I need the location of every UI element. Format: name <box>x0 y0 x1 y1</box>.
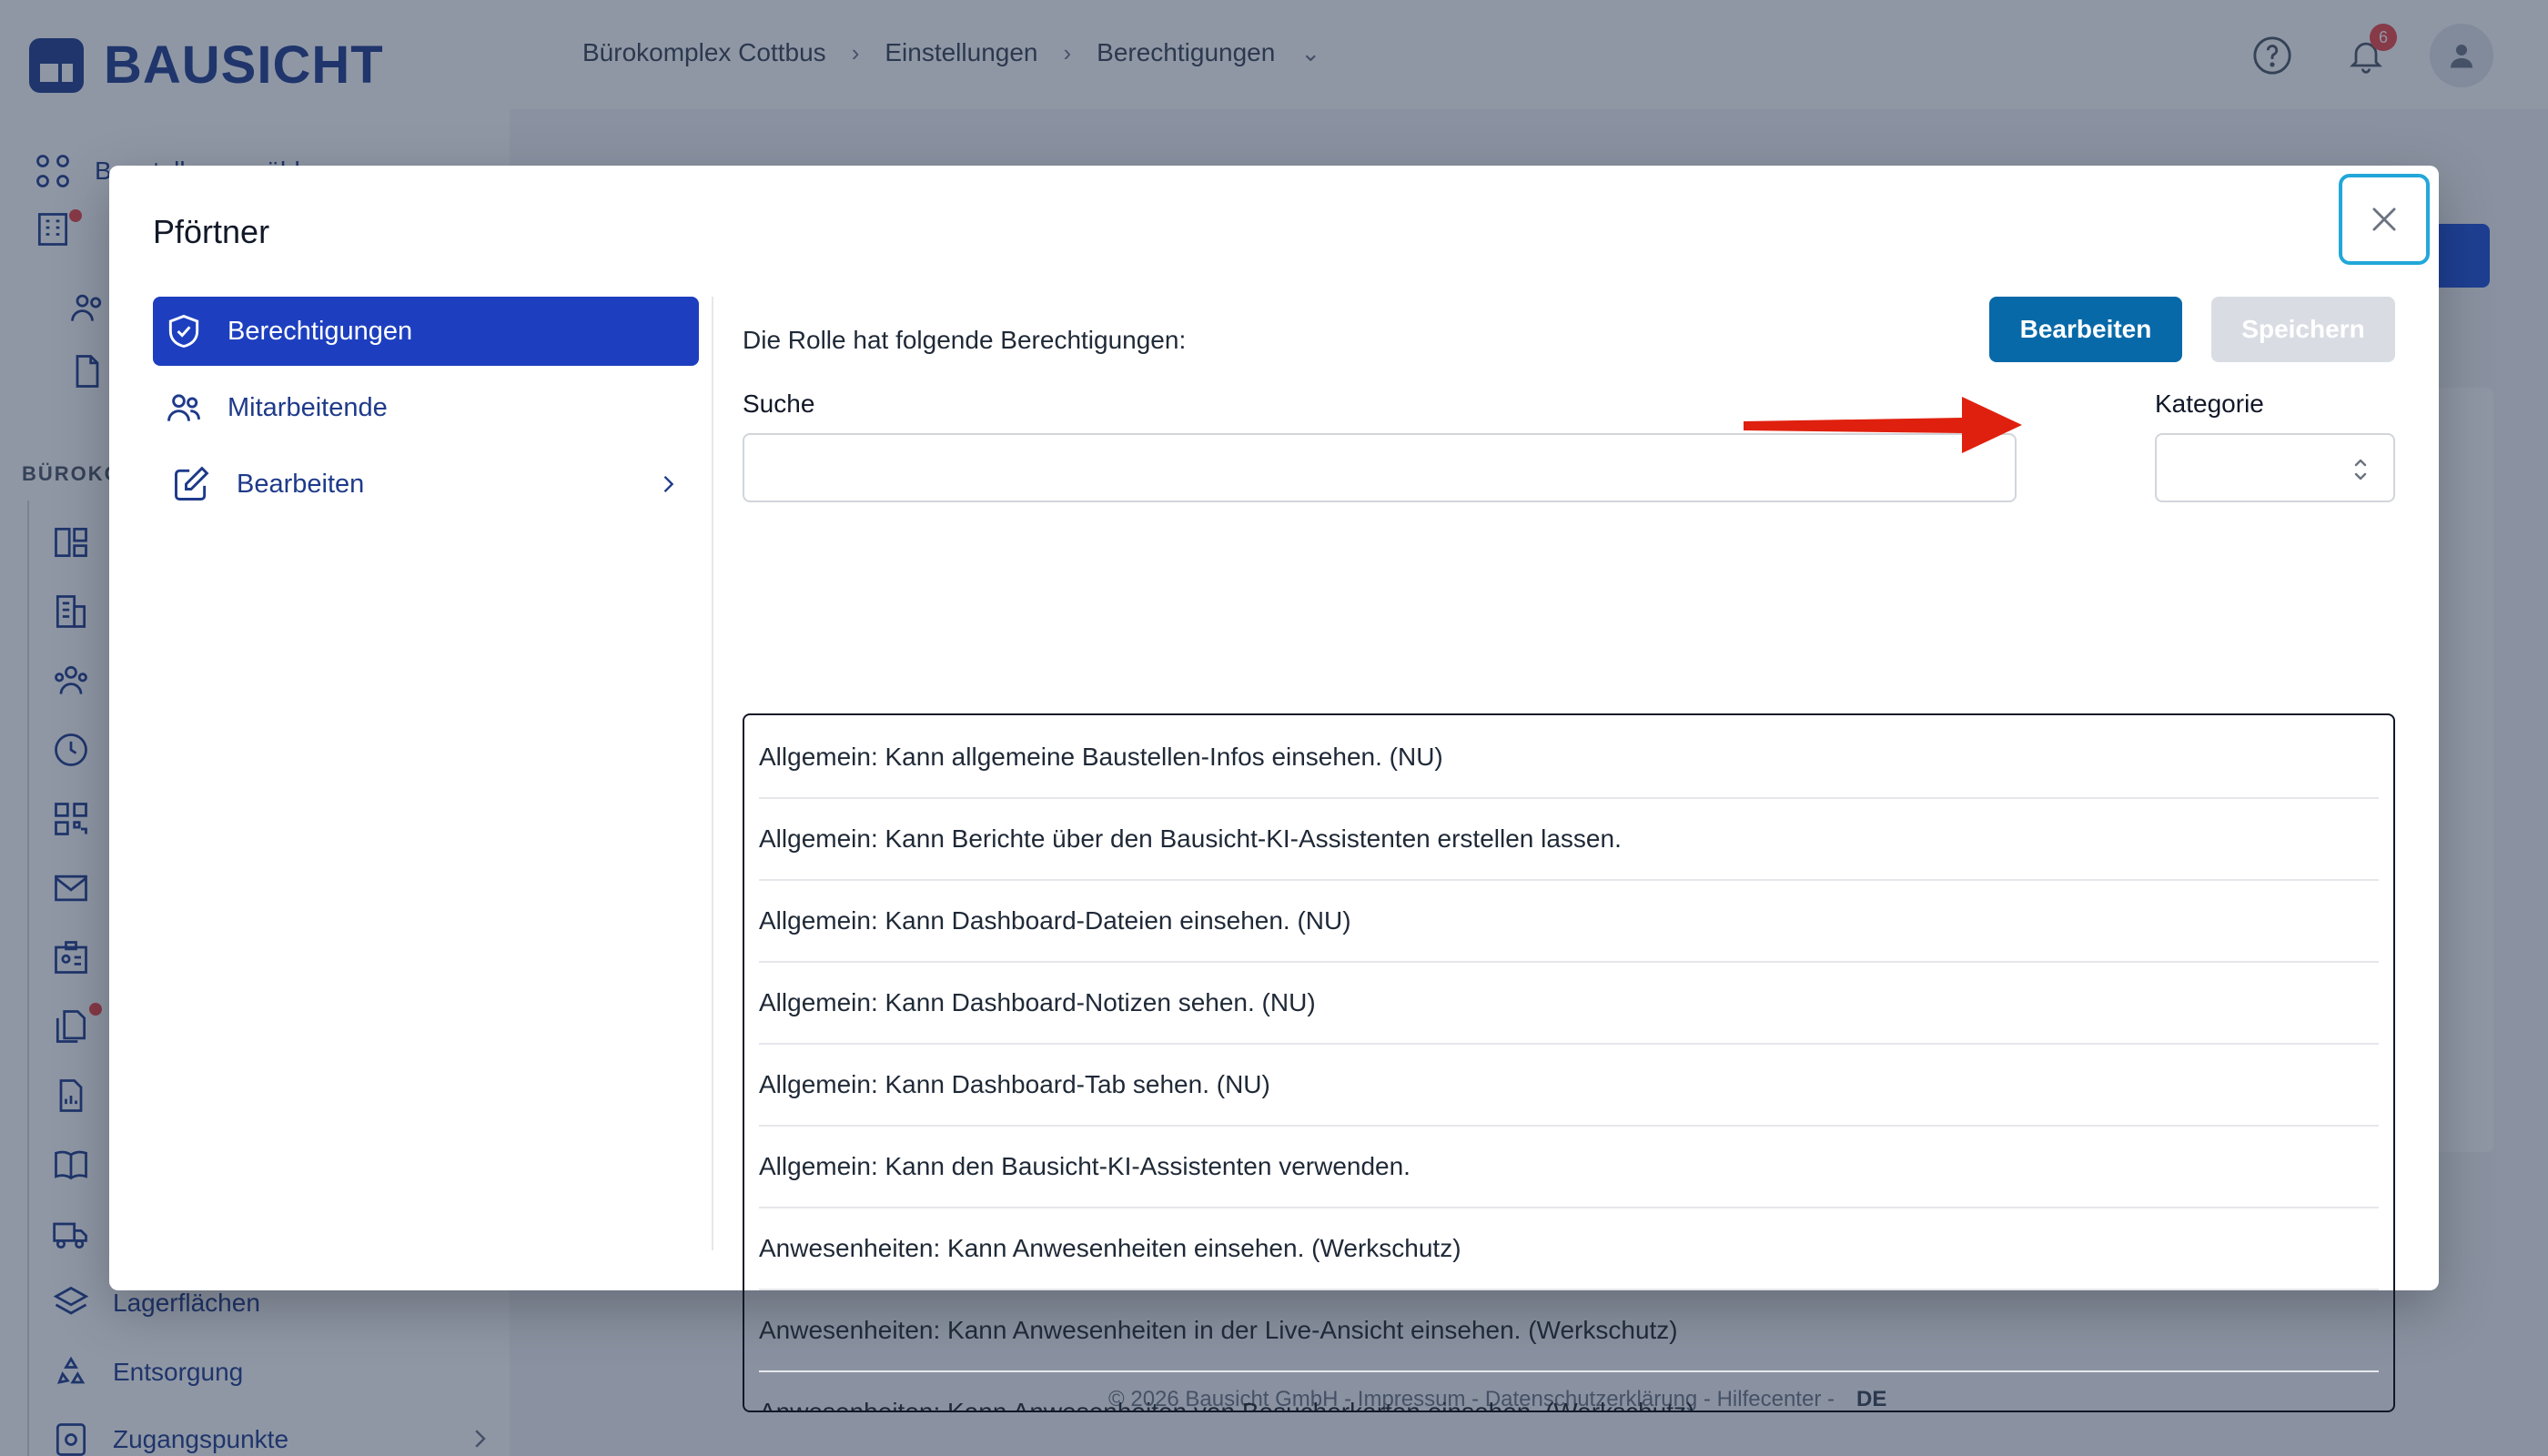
permission-list[interactable]: Allgemein: Kann allgemeine Baustellen-In… <box>743 713 2395 1412</box>
category-label: Kategorie <box>2155 389 2264 418</box>
close-button[interactable] <box>2339 174 2430 265</box>
permission-item: Allgemein: Kann den Bausicht-KI-Assisten… <box>759 1127 2379 1208</box>
modal-divider <box>712 297 713 1250</box>
permission-item: Allgemein: Kann Berichte über den Bausic… <box>759 799 2379 881</box>
search-label: Suche <box>743 389 815 418</box>
nav-item-label: Bearbeiten <box>237 469 365 499</box>
close-icon <box>2372 207 2396 231</box>
save-button[interactable]: Speichern <box>2211 297 2395 362</box>
nav-item-permissions[interactable]: Berechtigungen <box>153 297 699 366</box>
permission-item: Allgemein: Kann Dashboard-Notizen sehen.… <box>759 963 2379 1045</box>
chevron-up-down-icon <box>2354 459 2367 480</box>
permission-item: Allgemein: Kann Dashboard-Dateien einseh… <box>759 881 2379 963</box>
annotation-arrow <box>1744 397 2022 453</box>
nav-item-employees[interactable]: Mitarbeitende <box>153 373 699 442</box>
permissions-panel: Die Rolle hat folgende Berechtigungen: B… <box>743 297 2395 1412</box>
pencil-square-icon <box>175 466 209 500</box>
permission-item: Anwesenheiten: Kann Anwesenheiten in der… <box>759 1290 2379 1372</box>
category-select[interactable] <box>2155 433 2395 502</box>
shield-check-icon <box>168 314 199 349</box>
nav-item-label: Berechtigungen <box>228 316 413 346</box>
permissions-intro: Die Rolle hat folgende Berechtigungen: <box>743 326 1187 354</box>
permission-item: Anwesenheiten: Kann Anwesenheiten einseh… <box>759 1208 2379 1290</box>
permission-item: Allgemein: Kann allgemeine Baustellen-In… <box>759 717 2379 799</box>
modal-title: Pförtner <box>153 213 270 250</box>
nav-item-edit[interactable]: Bearbeiten <box>153 450 699 519</box>
role-modal: Pförtner Berechtigungen Mitarbeitende Be… <box>109 166 2439 1412</box>
permission-item: Allgemein: Kann Dashboard-Tab sehen. (NU… <box>759 1045 2379 1127</box>
edit-button[interactable]: Bearbeiten <box>1989 297 2182 362</box>
permission-list-content: Allgemein: Kann allgemeine Baustellen-In… <box>744 715 2393 1410</box>
permission-item: Anwesenheiten: Kann Anwesenheiten von Be… <box>759 1372 2379 1410</box>
nav-item-label: Mitarbeitende <box>228 392 388 422</box>
users-icon <box>167 394 200 421</box>
chevron-right-icon <box>663 476 674 492</box>
